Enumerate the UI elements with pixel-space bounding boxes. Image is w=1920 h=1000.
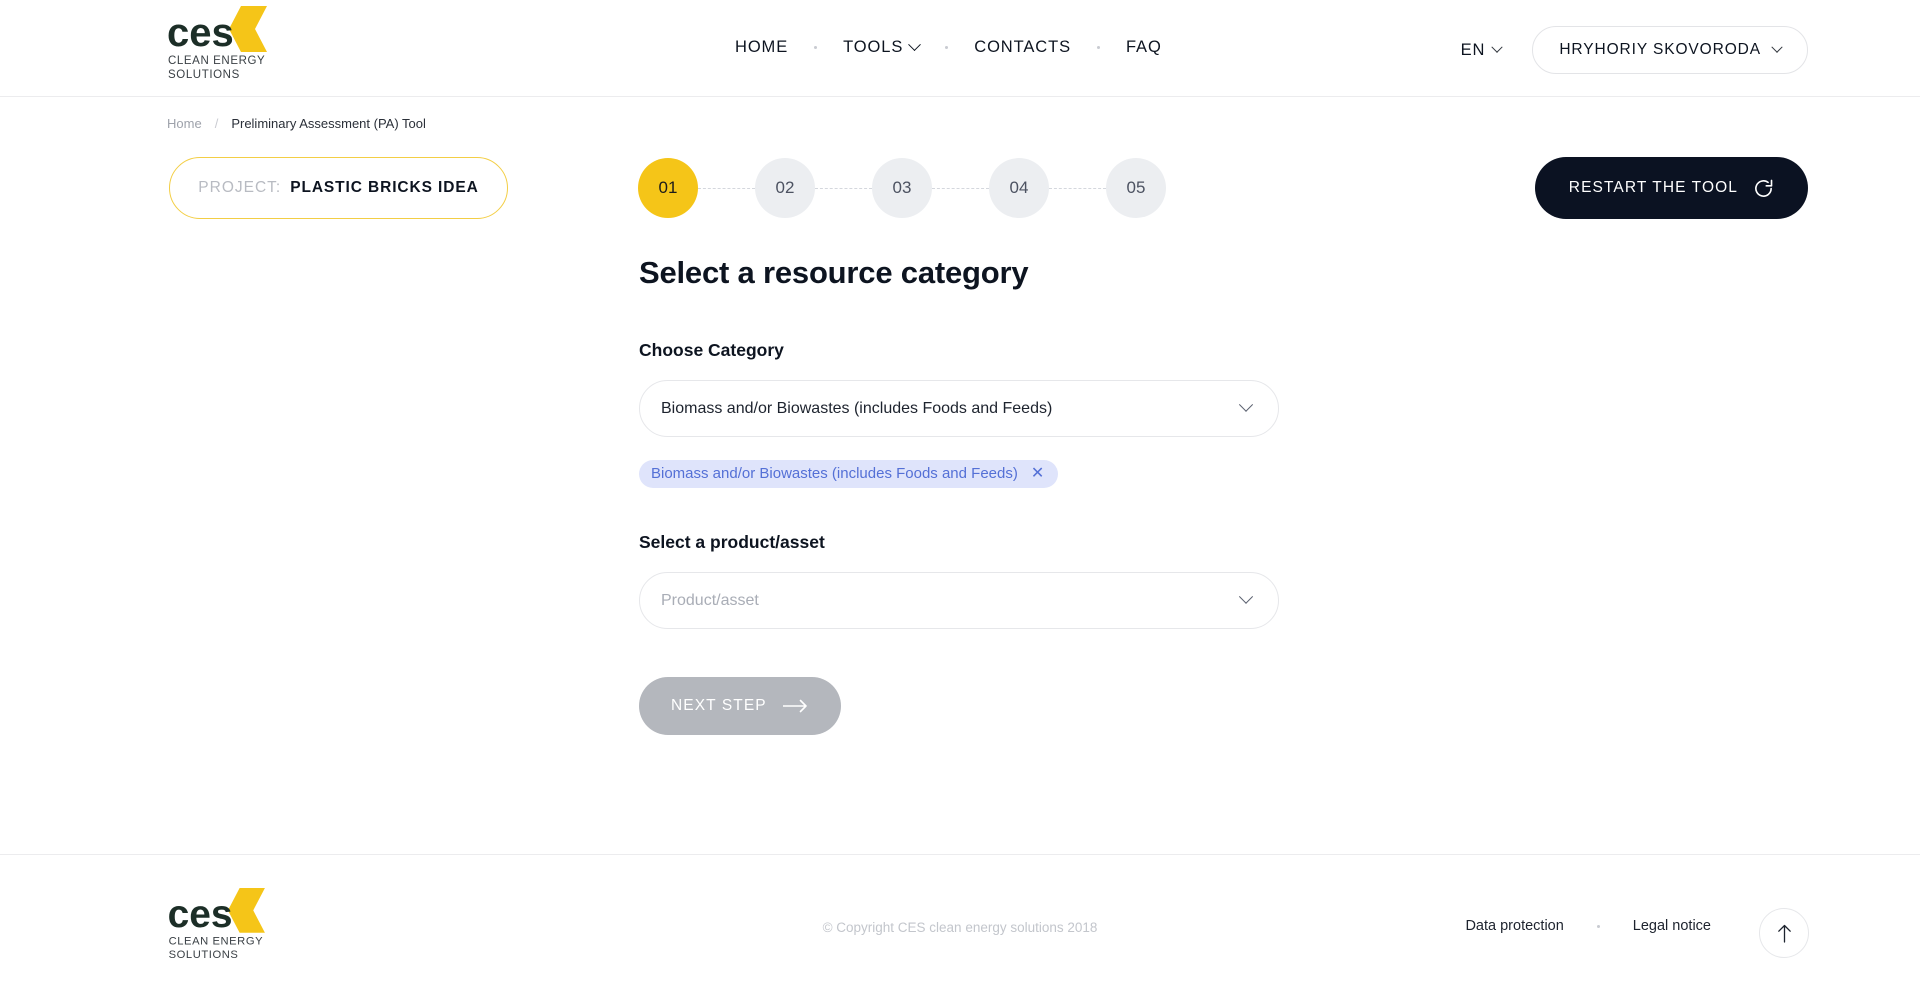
main-navigation: HOME TOOLS CONTACTS FAQ xyxy=(735,38,1162,57)
project-label: PROJECT: xyxy=(198,179,282,196)
footer-link-legal-notice[interactable]: Legal notice xyxy=(1633,918,1711,934)
chip-label: Biomass and/or Biowastes (includes Foods… xyxy=(651,465,1018,482)
main-content: Select a resource category Choose Catego… xyxy=(639,255,1279,735)
arrow-right-icon xyxy=(782,699,807,713)
step-02[interactable]: 02 xyxy=(755,158,815,218)
next-step-button[interactable]: NEXT STEP xyxy=(639,677,841,735)
step-connector xyxy=(932,187,989,189)
nav-item-home[interactable]: HOME xyxy=(735,38,788,57)
header-logo[interactable]: ces CLEAN ENERGY SOLUTIONS xyxy=(167,6,287,80)
step-05[interactable]: 05 xyxy=(1106,158,1166,218)
step-connector xyxy=(1049,187,1106,189)
step-label: 02 xyxy=(775,178,795,197)
chevron-down-icon xyxy=(1238,589,1254,604)
restart-tool-button[interactable]: RESTART THE TOOL xyxy=(1534,157,1808,219)
step-connector xyxy=(698,187,755,189)
language-selector[interactable]: EN xyxy=(1457,31,1506,70)
chevron-down-icon xyxy=(1238,397,1254,412)
project-name: PLASTIC BRICKS IDEA xyxy=(290,179,479,196)
product-asset-select-value: Product/asset xyxy=(661,591,759,609)
close-icon[interactable]: ✕ xyxy=(1031,465,1044,482)
breadcrumb: Home / Preliminary Assessment (PA) Tool xyxy=(167,116,426,131)
chevron-down-icon xyxy=(1491,41,1503,53)
step-label: 05 xyxy=(1126,178,1146,197)
chevron-down-icon xyxy=(908,38,922,52)
nav-separator-dot xyxy=(945,46,949,49)
footer-separator-dot xyxy=(1596,924,1600,928)
user-account-menu[interactable]: HRYHORIY SKOVORODA xyxy=(1532,26,1808,74)
category-select-value: Biomass and/or Biowastes (includes Foods… xyxy=(661,399,1053,417)
user-name-label: HRYHORIY SKOVORODA xyxy=(1559,41,1761,58)
svg-text:SOLUTIONS: SOLUTIONS xyxy=(168,69,240,80)
selected-category-chip[interactable]: Biomass and/or Biowastes (includes Foods… xyxy=(639,460,1059,488)
step-04[interactable]: 04 xyxy=(989,158,1049,218)
restart-tool-label: RESTART THE TOOL xyxy=(1568,179,1738,196)
step-01[interactable]: 01 xyxy=(638,158,698,218)
restart-circular-arrow-icon xyxy=(1755,179,1773,197)
project-badge[interactable]: PROJECT: PLASTIC BRICKS IDEA xyxy=(169,157,508,219)
svg-text:SOLUTIONS: SOLUTIONS xyxy=(169,949,239,960)
nav-separator-dot xyxy=(814,46,818,49)
arrow-up-icon xyxy=(1777,924,1791,943)
scroll-to-top-button[interactable] xyxy=(1759,908,1809,958)
footer-links: Data protection Legal notice xyxy=(1465,918,1711,934)
language-label: EN xyxy=(1460,40,1486,59)
page-title: Select a resource category xyxy=(639,255,1029,290)
step-indicator: 01 02 03 04 05 xyxy=(638,158,1166,218)
nav-item-faq[interactable]: FAQ xyxy=(1126,38,1162,57)
select-product-asset-label: Select a product/asset xyxy=(639,532,825,552)
nav-item-tools[interactable]: TOOLS xyxy=(843,38,922,57)
site-header: ces CLEAN ENERGY SOLUTIONS HOME TOOLS CO… xyxy=(0,0,1920,97)
step-connector xyxy=(815,187,872,189)
nav-item-label: CONTACTS xyxy=(974,38,1071,56)
selected-categories-list: Biomass and/or Biowastes (includes Foods… xyxy=(639,460,1279,488)
step-label: 04 xyxy=(1009,178,1029,197)
breadcrumb-current-page: Preliminary Assessment (PA) Tool xyxy=(231,116,426,131)
breadcrumb-separator: / xyxy=(214,116,219,131)
svg-text:CLEAN ENERGY: CLEAN ENERGY xyxy=(168,55,265,67)
category-select[interactable]: Biomass and/or Biowastes (includes Foods… xyxy=(639,380,1279,437)
nav-item-label: HOME xyxy=(735,38,789,56)
nav-separator-dot xyxy=(1096,46,1100,49)
svg-text:ces: ces xyxy=(167,11,234,55)
nav-item-label: TOOLS xyxy=(843,38,904,56)
header-right-group: EN HRYHORIY SKOVORODA xyxy=(1457,26,1808,74)
ces-logo-icon: ces CLEAN ENERGY SOLUTIONS xyxy=(167,6,267,80)
product-asset-select[interactable]: Product/asset xyxy=(639,572,1279,629)
nav-item-label: FAQ xyxy=(1125,38,1162,56)
chevron-down-icon xyxy=(1771,41,1783,53)
next-step-label: NEXT STEP xyxy=(671,697,767,714)
breadcrumb-home-link[interactable]: Home xyxy=(167,116,202,131)
footer-link-data-protection[interactable]: Data protection xyxy=(1465,918,1563,934)
choose-category-label: Choose Category xyxy=(639,340,784,360)
svg-text:CLEAN ENERGY: CLEAN ENERGY xyxy=(169,935,264,947)
step-03[interactable]: 03 xyxy=(872,158,932,218)
step-label: 01 xyxy=(658,178,678,197)
step-label: 03 xyxy=(892,178,912,197)
nav-item-contacts[interactable]: CONTACTS xyxy=(974,38,1071,57)
